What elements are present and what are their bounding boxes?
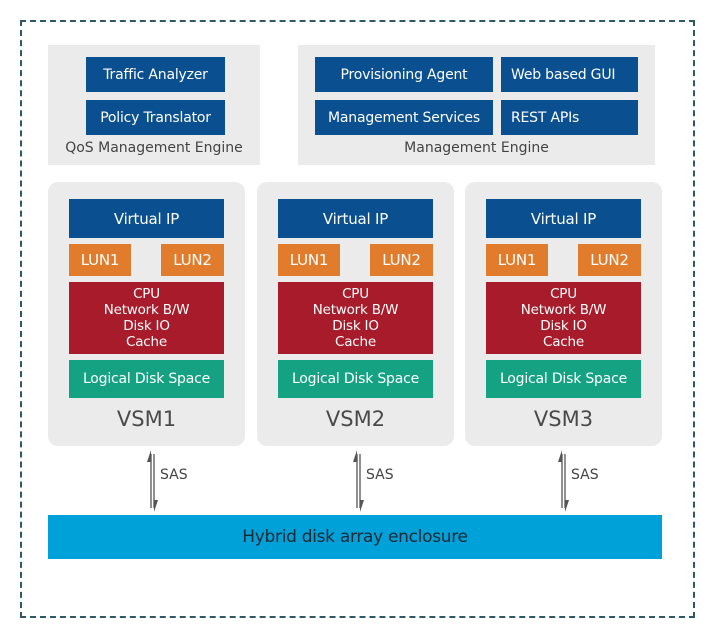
resource-disk-io: Disk IO — [123, 318, 170, 334]
lun2-box: LUN2 — [578, 244, 641, 276]
lun1-box: LUN1 — [486, 244, 548, 276]
virtual-ip-box: Virtual IP — [486, 199, 641, 238]
resource-network-bw: Network B/W — [103, 302, 190, 318]
resource-cache: Cache — [335, 334, 376, 350]
vsm-2: Virtual IP LUN1 LUN2 CPU Network B/W Dis… — [257, 182, 454, 446]
policy-translator-box: Policy Translator — [86, 100, 225, 135]
sas-label: SAS — [571, 467, 599, 483]
bidirectional-arrow-icon — [147, 450, 158, 512]
resource-disk-io: Disk IO — [332, 318, 379, 334]
resource-cpu: CPU — [342, 286, 369, 302]
resource-disk-io: Disk IO — [540, 318, 587, 334]
logical-disk-space-box: Logical Disk Space — [69, 360, 224, 398]
virtual-ip-box: Virtual IP — [69, 199, 224, 238]
bidirectional-arrow-icon — [558, 450, 569, 512]
qos-engine-label: QoS Management Engine — [65, 140, 243, 156]
rest-apis-box: REST APIs — [501, 100, 638, 135]
resources-box: CPU Network B/W Disk IO Cache — [486, 282, 641, 354]
resource-cpu: CPU — [550, 286, 577, 302]
lun1-box: LUN1 — [278, 244, 340, 276]
enclosure-label: Hybrid disk array enclosure — [242, 527, 468, 547]
lun2-box: LUN2 — [161, 244, 224, 276]
bidirectional-arrow-icon — [353, 450, 364, 512]
logical-disk-space-box: Logical Disk Space — [486, 360, 641, 398]
sas-label: SAS — [366, 467, 394, 483]
resources-box: CPU Network B/W Disk IO Cache — [69, 282, 224, 354]
management-engine: Provisioning Agent Web based GUI Managem… — [298, 45, 655, 165]
qos-management-engine: Traffic Analyzer Policy Translator QoS M… — [48, 45, 260, 165]
sas-connector-3: SAS — [557, 450, 617, 512]
hybrid-disk-array-enclosure: Hybrid disk array enclosure — [48, 515, 662, 559]
lun1-box: LUN1 — [69, 244, 131, 276]
resource-cpu: CPU — [133, 286, 160, 302]
resource-network-bw: Network B/W — [312, 302, 399, 318]
vsm-1: Virtual IP LUN1 LUN2 CPU Network B/W Dis… — [48, 182, 245, 446]
resource-cache: Cache — [543, 334, 584, 350]
vsm-3: Virtual IP LUN1 LUN2 CPU Network B/W Dis… — [465, 182, 662, 446]
management-services-box: Management Services — [315, 100, 493, 135]
resource-cache: Cache — [126, 334, 167, 350]
vsm-label: VSM2 — [325, 407, 386, 431]
vsm-label: VSM3 — [533, 407, 594, 431]
traffic-analyzer-box: Traffic Analyzer — [86, 57, 225, 92]
resource-network-bw: Network B/W — [520, 302, 607, 318]
sas-connector-1: SAS — [146, 450, 206, 512]
lun2-box: LUN2 — [370, 244, 433, 276]
logical-disk-space-box: Logical Disk Space — [278, 360, 433, 398]
sas-connector-2: SAS — [352, 450, 412, 512]
sas-label: SAS — [160, 467, 188, 483]
virtual-ip-box: Virtual IP — [278, 199, 433, 238]
web-gui-box: Web based GUI — [501, 57, 638, 92]
vsm-label: VSM1 — [116, 407, 177, 431]
management-engine-label: Management Engine — [404, 140, 549, 156]
resources-box: CPU Network B/W Disk IO Cache — [278, 282, 433, 354]
provisioning-agent-box: Provisioning Agent — [315, 57, 493, 92]
